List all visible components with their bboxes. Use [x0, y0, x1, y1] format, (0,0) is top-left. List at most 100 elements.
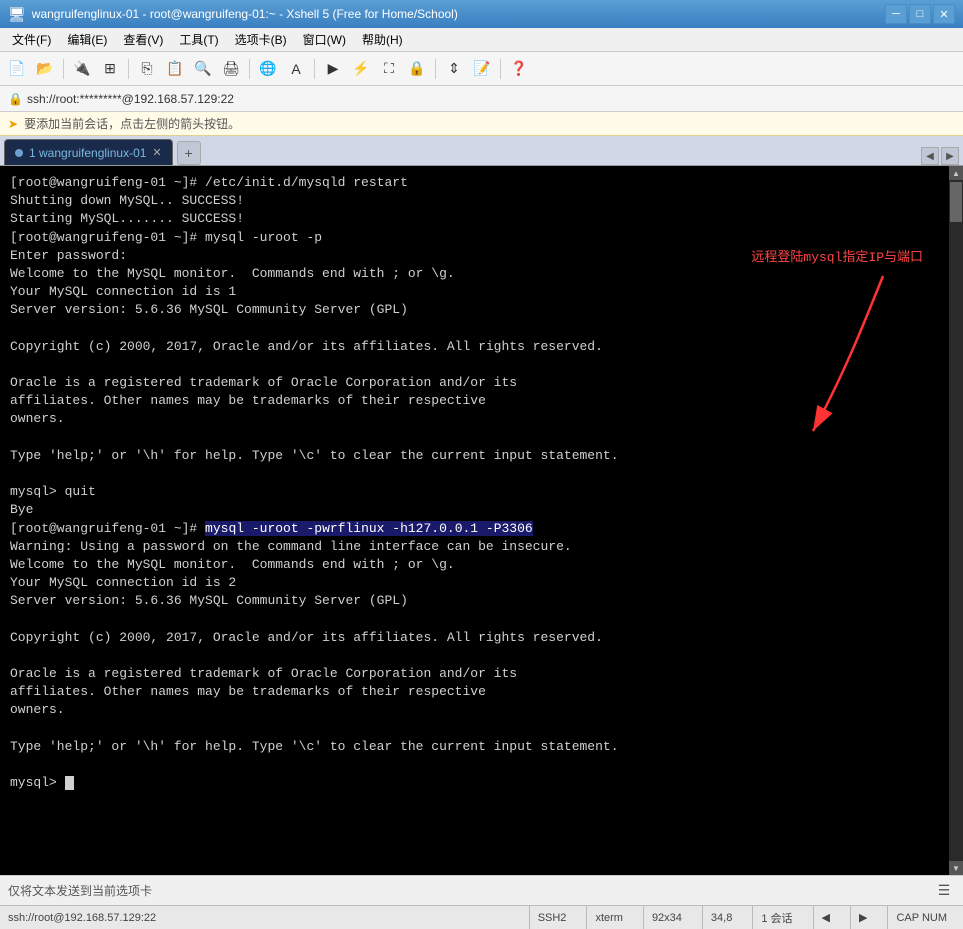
terminal-line-2: Shutting down MySQL.. SUCCESS!: [10, 193, 244, 208]
toolbar-separator-5: [435, 59, 436, 79]
terminal-line-27: Copyright (c) 2000, 2017, Oracle and/or …: [10, 630, 603, 645]
terminal-line-7: Your MySQL connection id is 1: [10, 284, 236, 299]
print-button[interactable]: 🖨: [218, 56, 244, 82]
menu-edit[interactable]: 编辑(E): [59, 29, 115, 50]
address-bar: 🔒 ssh://root:*********@192.168.57.129:22: [0, 86, 963, 112]
status-address: ssh://root@192.168.57.129:22: [8, 912, 517, 924]
terminal-line-16: Type 'help;' or '\h' for help. Type '\c'…: [10, 448, 619, 463]
window-controls: ─ □ ✕: [885, 4, 955, 24]
tab-arrows: ◀ ▶: [921, 147, 959, 165]
scroll-track[interactable]: [949, 180, 963, 861]
send-to-tab-label: 仅将文本发送到当前选项卡: [8, 882, 933, 899]
scroll-down-button[interactable]: ▼: [949, 861, 963, 875]
macro-button[interactable]: ⚡: [348, 56, 374, 82]
terminal-line-13: affiliates. Other names may be trademark…: [10, 393, 486, 408]
toolbar-separator-1: [63, 59, 64, 79]
menu-bar: 文件(F) 编辑(E) 查看(V) 工具(T) 选项卡(B) 窗口(W) 帮助(…: [0, 28, 963, 52]
app-icon: 🖥: [8, 6, 26, 23]
menu-file[interactable]: 文件(F): [4, 29, 59, 50]
terminal-line-18: mysql> quit: [10, 484, 96, 499]
close-button[interactable]: ✕: [933, 4, 955, 24]
tab-next-arrow[interactable]: ▶: [941, 147, 959, 165]
status-bar: ssh://root@192.168.57.129:22 SSH2 xterm …: [0, 905, 963, 929]
terminal-line-30: affiliates. Other names may be trademark…: [10, 684, 486, 699]
lock-icon: 🔒: [8, 92, 23, 106]
cmd-highlight: mysql -uroot -pwrflinux -h127.0.0.1 -P33…: [205, 521, 533, 536]
status-arrow-right[interactable]: ▶: [850, 906, 875, 929]
bottom-menu-button[interactable]: ☰: [933, 880, 955, 902]
menu-tabs[interactable]: 选项卡(B): [227, 29, 295, 50]
title-bar: 🖥 wangruifenglinux-01 - root@wangruifeng…: [0, 0, 963, 28]
status-encoding: xterm: [586, 906, 631, 929]
tab-label: 1 wangruifenglinux-01: [29, 146, 146, 160]
terminal-line-1: [root@wangruifeng-01 ~]# /etc/init.d/mys…: [10, 175, 408, 190]
info-text: 要添加当前会话，点击左侧的箭头按钮。: [24, 115, 240, 132]
tab-add-button[interactable]: +: [177, 141, 201, 165]
menu-window[interactable]: 窗口(W): [295, 29, 354, 50]
status-cursor-pos: 34,8: [702, 906, 740, 929]
search-button[interactable]: 🔍: [190, 56, 216, 82]
lock-button[interactable]: 🔒: [404, 56, 430, 82]
toolbar-separator-2: [128, 59, 129, 79]
terminal-line-25: Server version: 5.6.36 MySQL Community S…: [10, 593, 408, 608]
window-title: wangruifenglinux-01 - root@wangruifeng-0…: [32, 7, 885, 21]
status-arrow-left[interactable]: ◀: [813, 906, 838, 929]
maximize-button[interactable]: □: [909, 4, 931, 24]
help-button[interactable]: ❓: [506, 56, 532, 82]
terminal-line-33: Type 'help;' or '\h' for help. Type '\c'…: [10, 739, 619, 754]
status-caps: CAP NUM: [887, 906, 955, 929]
script-button[interactable]: ▶: [320, 56, 346, 82]
menu-tools[interactable]: 工具(T): [171, 29, 226, 50]
open-button[interactable]: 📂: [32, 56, 58, 82]
terminal-line-29: Oracle is a registered trademark of Orac…: [10, 666, 517, 681]
globe-button[interactable]: 🌐: [255, 56, 281, 82]
tab-prev-arrow[interactable]: ◀: [921, 147, 939, 165]
toolbar-separator-4: [314, 59, 315, 79]
toolbar-separator-3: [249, 59, 250, 79]
cursor: [65, 776, 74, 790]
toolbar-separator-6: [500, 59, 501, 79]
copy-button[interactable]: ⎘: [134, 56, 160, 82]
terminal-line-8: Server version: 5.6.36 MySQL Community S…: [10, 302, 408, 317]
terminal-container: [root@wangruifeng-01 ~]# /etc/init.d/mys…: [0, 166, 963, 875]
address-text: ssh://root:*********@192.168.57.129:22: [27, 92, 234, 106]
toolbar: 📄 📂 🔌 ⊞ ⎘ 📋 🔍 🖨 🌐 A ▶ ⚡ ⛶ 🔒 ⇕ 📝 ❓: [0, 52, 963, 86]
status-protocol: SSH2: [529, 906, 575, 929]
terminal-scrollbar[interactable]: ▲ ▼: [949, 166, 963, 875]
terminal-line-5: Enter password:: [10, 248, 127, 263]
terminal-line-4: [root@wangruifeng-01 ~]# mysql -uroot -p: [10, 230, 322, 245]
info-icon: ➤: [8, 117, 18, 131]
terminal-button[interactable]: ⊞: [97, 56, 123, 82]
info-bar: ➤ 要添加当前会话，点击左侧的箭头按钮。: [0, 112, 963, 136]
scroll-thumb[interactable]: [950, 182, 962, 222]
tab-dot: [15, 149, 23, 157]
new-button[interactable]: 📄: [4, 56, 30, 82]
terminal-line-6: Welcome to the MySQL monitor. Commands e…: [10, 266, 455, 281]
terminal-line-23: Welcome to the MySQL monitor. Commands e…: [10, 557, 455, 572]
paste-button[interactable]: 📋: [162, 56, 188, 82]
terminal-line-10: Copyright (c) 2000, 2017, Oracle and/or …: [10, 339, 603, 354]
terminal-line-24: Your MySQL connection id is 2: [10, 575, 236, 590]
menu-help[interactable]: 帮助(H): [354, 29, 411, 50]
terminal-line-3: Starting MySQL....... SUCCESS!: [10, 211, 244, 226]
terminal-line-14: owners.: [10, 411, 65, 426]
terminal-line-31: owners.: [10, 702, 65, 717]
tab-1[interactable]: 1 wangruifenglinux-01 ✕: [4, 139, 173, 165]
scroll-up-button[interactable]: ▲: [949, 166, 963, 180]
terminal-line-35: mysql>: [10, 775, 74, 790]
terminal-line-22: Warning: Using a password on the command…: [10, 539, 572, 554]
scroll-button[interactable]: ⇕: [441, 56, 467, 82]
font-button[interactable]: A: [283, 56, 309, 82]
terminal-line-20: [root@wangruifeng-01 ~]# mysql -uroot -p…: [10, 521, 533, 536]
minimize-button[interactable]: ─: [885, 4, 907, 24]
menu-view[interactable]: 查看(V): [115, 29, 171, 50]
connect-button[interactable]: 🔌: [69, 56, 95, 82]
tab-close-icon[interactable]: ✕: [152, 146, 161, 159]
zoom-button[interactable]: ⛶: [376, 56, 402, 82]
terminal-line-12: Oracle is a registered trademark of Orac…: [10, 375, 517, 390]
terminal[interactable]: [root@wangruifeng-01 ~]# /etc/init.d/mys…: [0, 166, 949, 875]
bottom-toolbar: 仅将文本发送到当前选项卡 ☰: [0, 875, 963, 905]
log-button[interactable]: 📝: [469, 56, 495, 82]
terminal-line-19: Bye: [10, 502, 33, 517]
status-terminal-size: 92x34: [643, 906, 690, 929]
